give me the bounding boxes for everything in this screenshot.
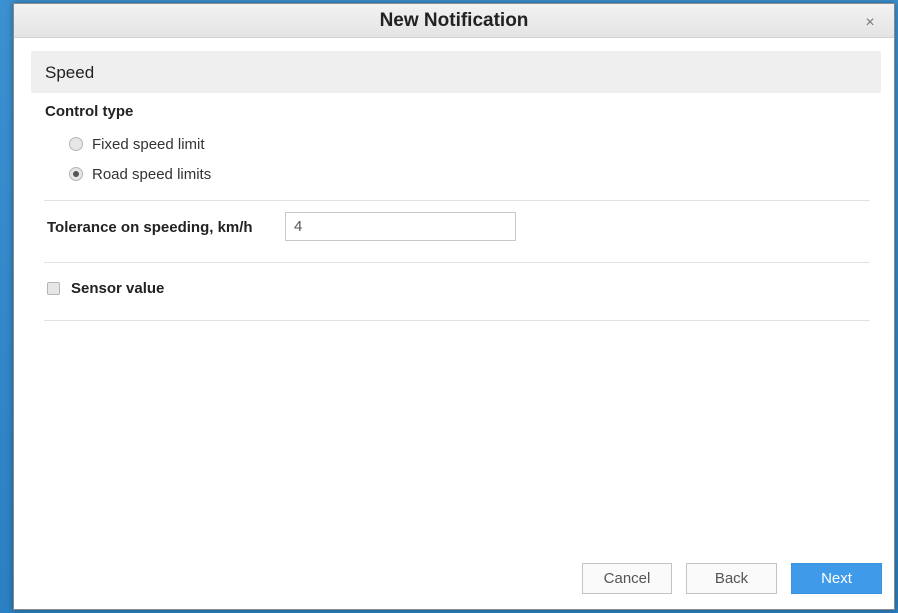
radio-label-road-speed-limits: Road speed limits <box>92 165 212 183</box>
new-notification-dialog: New Notification × Speed Control type Fi… <box>13 3 895 610</box>
divider <box>44 320 870 321</box>
close-icon[interactable]: × <box>860 13 880 33</box>
next-button[interactable]: Next <box>791 563 882 594</box>
dialog-titlebar: New Notification × <box>14 4 894 38</box>
back-button[interactable]: Back <box>686 563 777 594</box>
divider <box>44 200 870 201</box>
dialog-title: New Notification <box>379 10 529 31</box>
section-title: Speed <box>45 63 95 82</box>
sensor-value-checkbox-row[interactable]: Sensor value <box>47 280 164 297</box>
tolerance-input[interactable] <box>285 212 516 241</box>
radio-label-fixed-speed-limit: Fixed speed limit <box>92 135 205 153</box>
radio-button-icon[interactable] <box>69 137 83 151</box>
section-header: Speed <box>31 51 881 93</box>
radio-fixed-speed-limit[interactable]: Fixed speed limit <box>69 134 205 154</box>
control-type-label: Control type <box>45 103 134 120</box>
radio-button-selected-icon[interactable] <box>69 167 83 181</box>
checkbox-icon[interactable] <box>47 282 60 295</box>
cancel-button[interactable]: Cancel <box>582 563 672 594</box>
divider <box>44 262 870 263</box>
radio-road-speed-limits[interactable]: Road speed limits <box>69 164 211 184</box>
sensor-value-label: Sensor value <box>71 280 165 297</box>
tolerance-label: Tolerance on speeding, km/h <box>47 219 253 236</box>
